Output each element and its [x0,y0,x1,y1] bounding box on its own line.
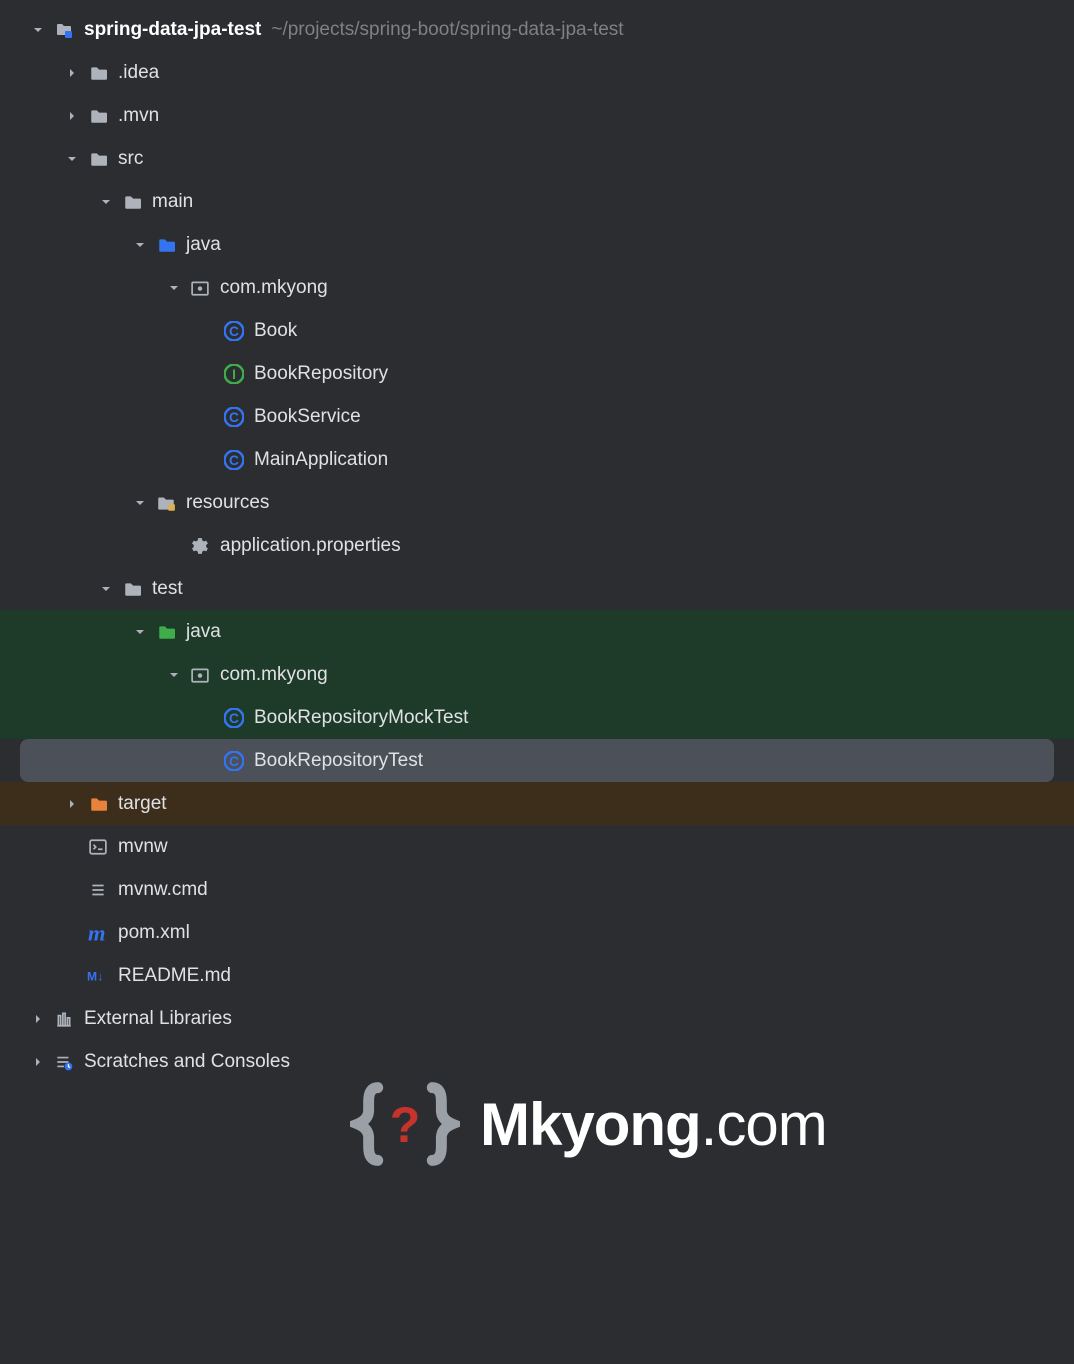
folder-icon [86,61,110,85]
folder-icon [86,147,110,171]
class-icon [222,405,246,429]
folder-icon [86,104,110,128]
node-label: mvnw [118,836,168,858]
svg-text:?: ? [390,1097,421,1153]
node-label: Book [254,320,297,342]
chevron-down-icon[interactable] [130,493,150,513]
tree-node-resources[interactable]: resources [0,481,1074,524]
tree-node-main-package[interactable]: com.mkyong [0,266,1074,309]
chevron-right-icon[interactable] [62,63,82,83]
node-label: BookRepositoryMockTest [254,707,468,729]
watermark-text: Mkyong.com [480,1090,827,1159]
text-file-icon [86,878,110,902]
chevron-right-icon[interactable] [62,794,82,814]
node-label: BookRepositoryTest [254,750,423,772]
source-folder-icon [154,233,178,257]
chevron-down-icon[interactable] [96,579,116,599]
node-label: src [118,148,143,170]
node-label: README.md [118,965,231,987]
tree-node-book[interactable]: Book [0,309,1074,352]
node-label: target [118,793,167,815]
node-label: pom.xml [118,922,190,944]
node-label: test [152,578,183,600]
chevron-down-icon[interactable] [28,20,48,40]
node-label: com.mkyong [220,664,328,686]
excluded-folder-icon [86,792,110,816]
interface-icon [222,362,246,386]
class-icon [222,706,246,730]
class-icon [222,448,246,472]
tree-node-mvnw-cmd[interactable]: mvnw.cmd [0,868,1074,911]
test-source-folder-icon [154,620,178,644]
chevron-down-icon[interactable] [96,192,116,212]
chevron-right-icon[interactable] [62,106,82,126]
tree-node-book-service[interactable]: BookService [0,395,1074,438]
node-label: java [186,621,221,643]
resources-folder-icon [154,491,178,515]
tree-node-pom[interactable]: pom.xml [0,911,1074,954]
tree-node-mock-test[interactable]: BookRepositoryMockTest [0,696,1074,739]
chevron-down-icon[interactable] [130,622,150,642]
tree-node-target[interactable]: target [0,782,1074,825]
node-label: main [152,191,193,213]
chevron-right-icon[interactable] [28,1009,48,1029]
maven-icon [86,921,110,945]
node-label: MainApplication [254,449,388,471]
tree-node-main[interactable]: main [0,180,1074,223]
node-label: BookService [254,406,361,428]
tree-node-idea[interactable]: .idea [0,51,1074,94]
project-path: ~/projects/spring-boot/spring-data-jpa-t… [271,19,623,41]
tree-node-book-repository[interactable]: BookRepository [0,352,1074,395]
folder-icon [120,190,144,214]
node-label: java [186,234,221,256]
mkyong-logo-icon: ? [350,1074,460,1174]
node-label: mvnw.cmd [118,879,208,901]
tree-node-test[interactable]: test [0,567,1074,610]
chevron-down-icon[interactable] [130,235,150,255]
node-label: .mvn [118,105,159,127]
class-icon [222,749,246,773]
node-label: application.properties [220,535,401,557]
library-icon [52,1007,76,1031]
node-label: resources [186,492,269,514]
package-icon [188,663,212,687]
package-icon [188,276,212,300]
class-icon [222,319,246,343]
chevron-right-icon[interactable] [28,1052,48,1072]
chevron-down-icon[interactable] [62,149,82,169]
module-root-icon [52,18,76,42]
tree-node-readme[interactable]: README.md [0,954,1074,997]
markdown-icon [86,964,110,988]
scratch-icon [52,1050,76,1074]
tree-node-src[interactable]: src [0,137,1074,180]
tree-node-mvnw[interactable]: mvnw [0,825,1074,868]
tree-node-main-java[interactable]: java [0,223,1074,266]
node-label: .idea [118,62,159,84]
chevron-down-icon[interactable] [164,278,184,298]
terminal-icon [86,835,110,859]
tree-node-mvn[interactable]: .mvn [0,94,1074,137]
gear-icon [188,534,212,558]
tree-node-test-package[interactable]: com.mkyong [0,653,1074,696]
node-label: Scratches and Consoles [84,1051,290,1073]
tree-node-test-java[interactable]: java [0,610,1074,653]
tree-node-project-root[interactable]: spring-data-jpa-test ~/projects/spring-b… [0,8,1074,51]
watermark: ? Mkyong.com [350,1074,827,1174]
node-label: com.mkyong [220,277,328,299]
node-label: spring-data-jpa-test [84,19,261,41]
project-tree[interactable]: spring-data-jpa-test ~/projects/spring-b… [0,0,1074,1083]
tree-node-external-libraries[interactable]: External Libraries [0,997,1074,1040]
tree-node-repo-test[interactable]: BookRepositoryTest [20,739,1054,782]
chevron-down-icon[interactable] [164,665,184,685]
node-label: External Libraries [84,1008,232,1030]
folder-icon [120,577,144,601]
node-label: BookRepository [254,363,388,385]
tree-node-main-application[interactable]: MainApplication [0,438,1074,481]
tree-node-app-properties[interactable]: application.properties [0,524,1074,567]
